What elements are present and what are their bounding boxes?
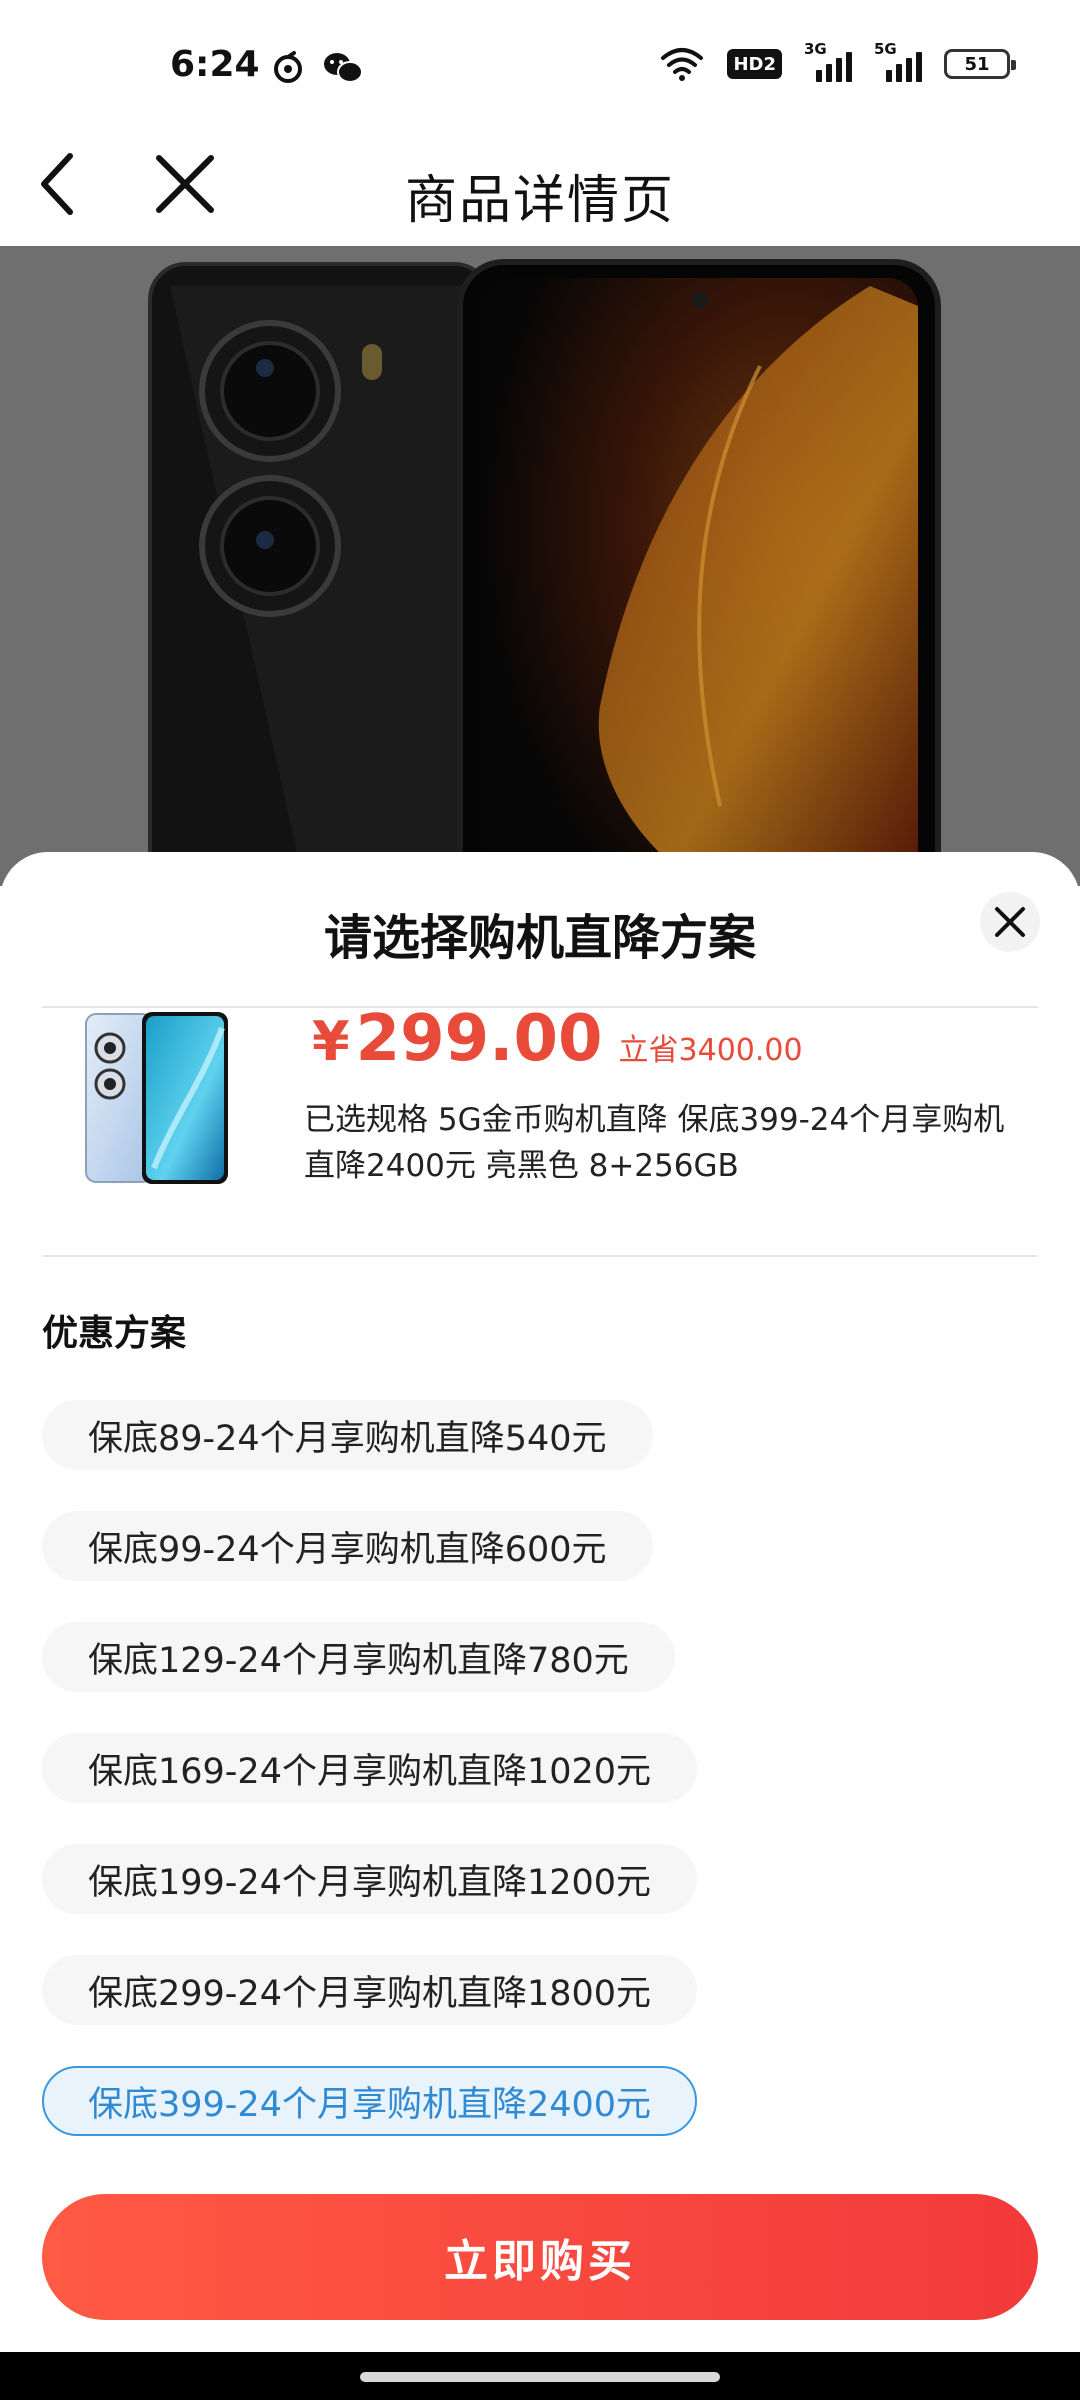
plan-option[interactable]: 保底89-24个月享购机直降540元 [42, 1400, 653, 1470]
battery-icon: 51 [944, 49, 1016, 79]
status-bar: 6:24 HD2 3G 5G 51 [0, 0, 1080, 130]
plan-option-selected[interactable]: 保底399-24个月享购机直降2400元 [42, 2066, 698, 2136]
selected-spec: 已选规格 5G金币购机直降 保底399-24个月享购机直降2400元 亮黑色 8… [304, 1102, 1005, 1184]
gesture-bar [0, 2352, 1080, 2400]
plan-option[interactable]: 保底129-24个月享购机直降780元 [42, 1622, 675, 1692]
plan-option[interactable]: 保底299-24个月享购机直降1800元 [42, 1955, 698, 2025]
nav-bar: 商品详情页 [0, 130, 1080, 246]
signal-icon-sim2: 5G [874, 40, 922, 82]
plan-options: 保底89-24个月享购机直降540元 保底99-24个月享购机直降600元 保底… [42, 1400, 1042, 2177]
divider [42, 1255, 1038, 1257]
product-hero-image [0, 246, 1080, 886]
page-title: 商品详情页 [404, 171, 675, 231]
close-icon [995, 907, 1025, 937]
sheet-title: 请选择购机直降方案 [323, 910, 756, 966]
bottom-sheet: 请选择购机直降方案 ¥ 299.00 立省3400.00 已选规格 5G金币购机… [0, 852, 1080, 2352]
wifi-icon [661, 48, 704, 81]
product-price: 299.00 [355, 1002, 603, 1076]
sheet-close-button[interactable] [980, 892, 1040, 952]
battery-level: 51 [964, 53, 990, 75]
section-title: 优惠方案 [42, 1313, 187, 1354]
phone-image [148, 259, 941, 886]
buy-now-button[interactable]: 立即购买 [42, 2194, 1038, 2320]
plan-option[interactable]: 保底99-24个月享购机直降600元 [42, 1511, 653, 1581]
netease-icon [274, 51, 302, 83]
wechat-icon [324, 53, 363, 83]
plan-option[interactable]: 保底169-24个月享购机直降1020元 [42, 1733, 698, 1803]
price-row: ¥ 299.00 立省3400.00 [312, 1002, 803, 1076]
status-time: 6:24 [170, 44, 260, 85]
status-indicators: HD2 3G 5G 51 [659, 40, 1016, 84]
hd-badge: HD2 [727, 49, 782, 79]
signal-icon-sim1: 3G [804, 40, 852, 82]
home-indicator[interactable] [360, 2372, 720, 2382]
currency-symbol: ¥ [312, 1010, 350, 1073]
product-thumbnail [85, 1012, 228, 1184]
savings-label: 立省3400.00 [618, 1033, 803, 1068]
plan-option[interactable]: 保底199-24个月享购机直降1200元 [42, 1844, 698, 1914]
